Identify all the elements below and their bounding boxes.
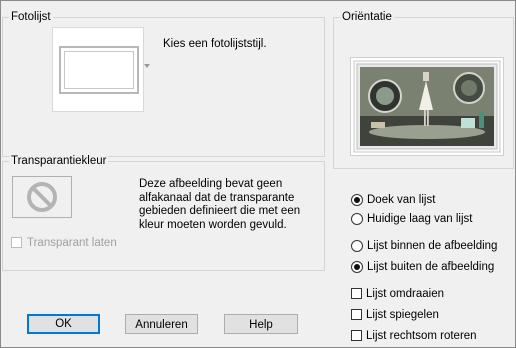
frame-inside-radio[interactable]: [351, 240, 363, 252]
frame-style-group-title: Fotolijst: [9, 10, 53, 24]
frame-style-dropdown[interactable]: [52, 27, 144, 112]
frame-inside-label: Lijst binnen de afbeelding: [367, 240, 498, 252]
flip-frame-checkbox[interactable]: [351, 288, 362, 299]
keep-transparent-label: Transparant laten: [27, 237, 117, 249]
canvas-frame-radio[interactable]: [351, 194, 363, 206]
orientation-group-title: Oriëntatie: [340, 10, 394, 24]
mirror-frame-checkbox[interactable]: [351, 309, 362, 320]
frame-style-prompt: Kies een fotolijststijl.: [163, 38, 267, 50]
chevron-down-icon[interactable]: [144, 64, 150, 68]
transparency-color-swatch: [12, 176, 72, 218]
rotate-frame-checkbox[interactable]: [351, 330, 362, 341]
cancel-button[interactable]: Annuleren: [125, 314, 198, 334]
current-layer-frame-label: Huidige laag van lijst: [367, 213, 473, 225]
frame-outside-radio[interactable]: [351, 261, 363, 273]
ok-button[interactable]: OK: [27, 314, 100, 334]
no-alpha-message: Deze afbeelding bevat geen alfakanaal da…: [139, 178, 301, 231]
transparency-group-title: Transparantiekleur: [9, 154, 109, 168]
frame-outside-label: Lijst buiten de afbeelding: [367, 261, 495, 273]
no-symbol-icon: [27, 182, 57, 212]
mirror-frame-label: Lijst spiegelen: [366, 309, 439, 321]
keep-transparent-checkbox[interactable]: [11, 237, 22, 248]
frame-thumbnail: [59, 46, 139, 94]
frame-preview-image: [350, 57, 504, 156]
preview-picture: [353, 60, 501, 153]
rotate-frame-label: Lijst rechtsom roteren: [366, 330, 477, 342]
current-layer-frame-radio[interactable]: [351, 213, 363, 225]
flip-frame-label: Lijst omdraaien: [366, 288, 444, 300]
help-button[interactable]: Help: [224, 314, 298, 334]
canvas-frame-label: Doek van lijst: [367, 194, 436, 206]
